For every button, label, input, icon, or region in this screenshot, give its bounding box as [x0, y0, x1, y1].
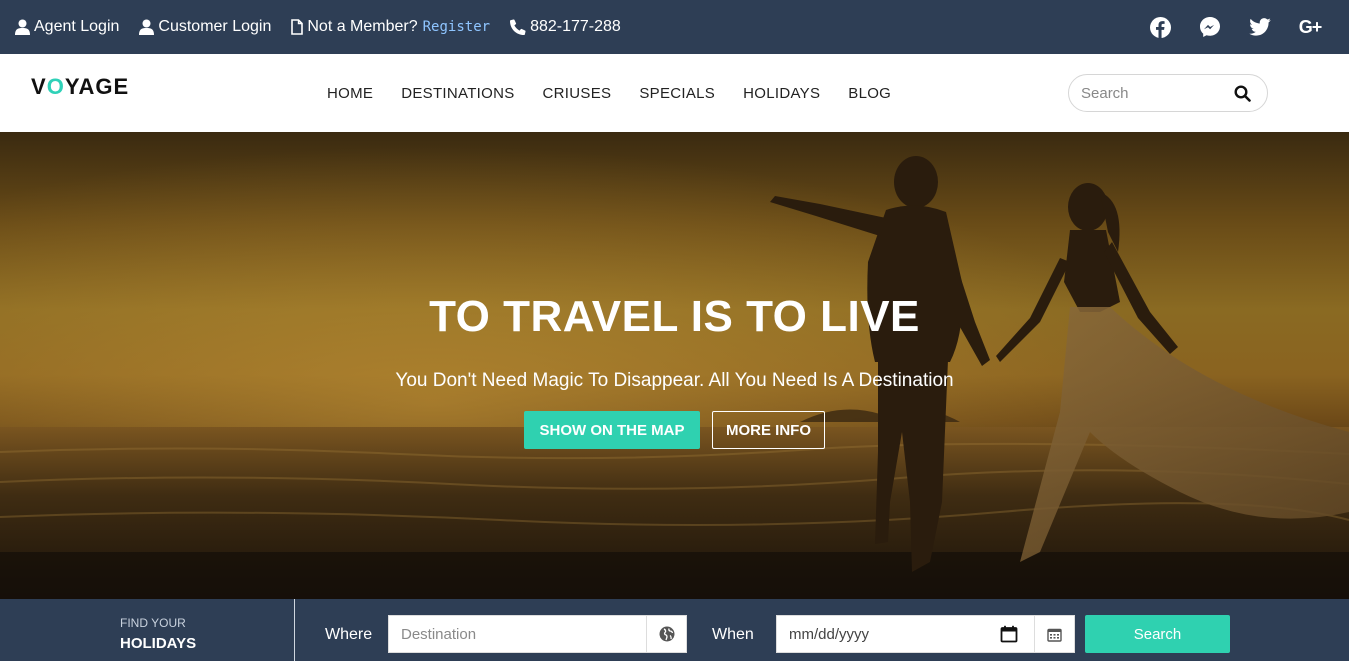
show-on-map-button[interactable]: SHOW ON THE MAP [524, 411, 700, 449]
find-holidays-heading: FIND YOUR HOLIDAYS [120, 616, 196, 652]
logo-letter-o: O [46, 74, 65, 99]
when-label: When [712, 626, 754, 643]
user-icon [15, 19, 30, 35]
user-icon [139, 19, 155, 35]
top-links: Agent Login Customer Login Not a Member?… [15, 0, 641, 54]
where-label: Where [325, 626, 373, 643]
date-field: mm/dd/yyyy [776, 615, 1075, 653]
agent-login-label: Agent Login [34, 18, 120, 35]
nav-item-home[interactable]: HOME [327, 85, 373, 102]
date-picker-icon[interactable] [1000, 625, 1018, 648]
hero-background-image [0, 132, 1349, 599]
search-holidays-button[interactable]: Search [1085, 615, 1230, 653]
register-link[interactable]: Register [423, 19, 490, 35]
nav-item-specials[interactable]: SPECIALS [639, 85, 715, 102]
phone-icon [510, 19, 526, 35]
nav-item-destinations[interactable]: DESTINATIONS [401, 85, 514, 102]
booking-divider [294, 599, 295, 661]
nav-item-cruises[interactable]: CRIUSES [543, 85, 612, 102]
find-your-label: FIND YOUR [120, 616, 186, 630]
globe-icon [646, 616, 686, 652]
top-bar: Agent Login Customer Login Not a Member?… [0, 0, 1349, 54]
logo-letters-rest: YAGE [64, 74, 130, 99]
member-prompt: Not a Member? Register [291, 18, 490, 36]
main-menu: HOME DESTINATIONS CRIUSES SPECIALS HOLID… [327, 54, 919, 132]
search-input[interactable] [1081, 84, 1231, 102]
holidays-label: HOLIDAYS [120, 635, 197, 652]
phone-number: 882-177-288 [530, 18, 621, 35]
nav-item-blog[interactable]: BLOG [848, 85, 891, 102]
date-input[interactable]: mm/dd/yyyy [777, 616, 1034, 652]
nav-item-holidays[interactable]: HOLIDAYS [743, 85, 820, 102]
social-links: G+ [1121, 0, 1323, 54]
destination-input[interactable] [389, 616, 646, 652]
main-navbar: VOYAGE HOME DESTINATIONS CRIUSES SPECIAL… [0, 54, 1349, 132]
member-text: Not a Member? [307, 18, 418, 35]
messenger-icon[interactable] [1199, 16, 1221, 38]
hero-title: TO TRAVEL IS TO LIVE [429, 292, 920, 341]
logo-letter-v: V [31, 74, 47, 99]
search-icon[interactable] [1234, 85, 1251, 107]
search-box [1068, 74, 1268, 112]
hero-banner: TO TRAVEL IS TO LIVE You Don't Need Magi… [0, 132, 1349, 599]
destination-field [388, 615, 687, 653]
booking-bar: FIND YOUR HOLIDAYS Where When mm/dd/yyyy… [0, 599, 1349, 661]
customer-login-link[interactable]: Customer Login [139, 18, 271, 36]
calendar-icon [1034, 616, 1074, 652]
logo[interactable]: VOYAGE [31, 74, 129, 100]
more-info-button[interactable]: MORE INFO [712, 411, 825, 449]
hero-subtitle: You Don't Need Magic To Disappear. All Y… [395, 370, 954, 391]
google-plus-icon[interactable]: G+ [1299, 16, 1323, 38]
facebook-icon[interactable] [1149, 16, 1171, 38]
date-placeholder: mm/dd/yyyy [789, 625, 870, 643]
document-icon [291, 19, 304, 35]
agent-login-link[interactable]: Agent Login [15, 18, 119, 36]
twitter-icon[interactable] [1249, 16, 1271, 38]
phone-link[interactable]: 882-177-288 [510, 18, 621, 36]
customer-login-label: Customer Login [158, 18, 272, 35]
